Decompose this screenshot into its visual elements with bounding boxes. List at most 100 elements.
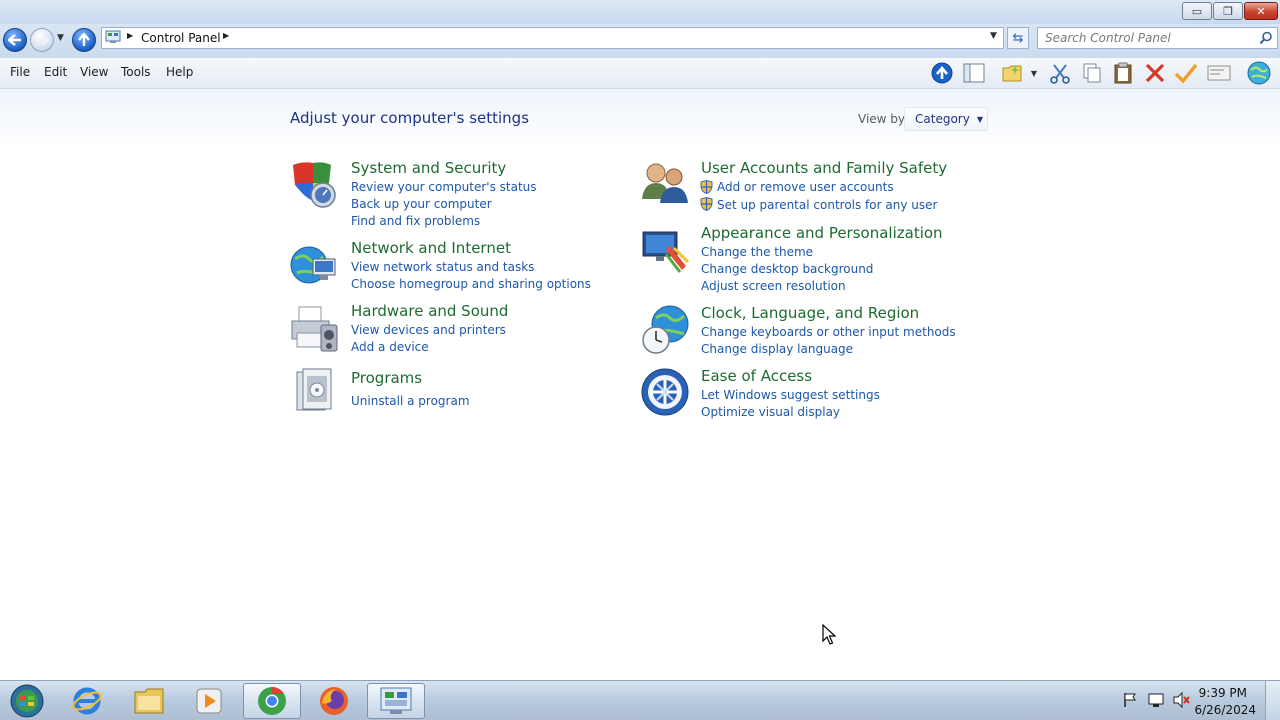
up-button[interactable] <box>72 28 96 52</box>
network-globe-icon[interactable] <box>289 241 339 291</box>
close-button[interactable]: ✕ <box>1244 2 1278 20</box>
link-optimize-visual-display[interactable]: Optimize visual display <box>701 405 840 419</box>
category-appearance[interactable]: Appearance and Personalization <box>701 224 943 242</box>
recent-pages-dropdown[interactable]: ▼ <box>57 33 64 43</box>
link-change-theme[interactable]: Change the theme <box>701 245 813 259</box>
media-player-icon <box>196 688 222 714</box>
control-panel-content: Adjust your computer's settings View by:… <box>0 89 1280 680</box>
forward-arrow-icon <box>36 34 49 46</box>
start-button[interactable] <box>0 683 54 719</box>
view-by-label: View by: <box>858 112 909 126</box>
copy-icon[interactable] <box>1080 62 1104 84</box>
mouse-cursor-icon <box>822 624 836 645</box>
link-windows-suggest-settings[interactable]: Let Windows suggest settings <box>701 388 880 402</box>
link-screen-resolution[interactable]: Adjust screen resolution <box>701 279 846 293</box>
firefox-icon <box>320 687 348 715</box>
new-folder-dropdown[interactable]: ▼ <box>1026 62 1042 84</box>
address-history-dropdown[interactable]: ▼ <box>990 31 997 41</box>
up-arrow-icon[interactable] <box>930 62 954 84</box>
link-back-up-computer[interactable]: Back up your computer <box>351 197 492 211</box>
title-bar: ▭ ❐ ✕ <box>0 0 1280 24</box>
internet-explorer-icon <box>72 687 102 715</box>
minimize-button[interactable]: ▭ <box>1182 2 1212 20</box>
breadcrumb-chevron[interactable]: ▶ <box>127 31 133 40</box>
link-network-status[interactable]: View network status and tasks <box>351 260 534 274</box>
ease-of-access-icon[interactable] <box>640 367 690 417</box>
programs-icon[interactable] <box>289 366 339 416</box>
menu-edit[interactable]: Edit <box>44 65 67 79</box>
maximize-button[interactable]: ❐ <box>1213 2 1243 20</box>
start-orb-icon <box>10 684 44 718</box>
globe-icon[interactable] <box>1247 61 1271 85</box>
breadcrumb-chevron[interactable]: ▶ <box>223 31 229 40</box>
taskbar-firefox[interactable] <box>305 683 363 719</box>
printer-icon[interactable] <box>289 303 339 353</box>
control-panel-small-icon <box>105 30 121 43</box>
clock-time[interactable]: 9:39 PM <box>1199 686 1247 700</box>
taskbar: 9:39 PM 6/26/2024 <box>0 680 1280 720</box>
properties-icon[interactable] <box>1207 62 1231 84</box>
link-homegroup-sharing[interactable]: Choose homegroup and sharing options <box>351 277 591 291</box>
view-by-dropdown[interactable]: Category ▼ <box>904 107 988 131</box>
refresh-button[interactable]: ⇆ <box>1007 27 1029 49</box>
category-network-and-internet[interactable]: Network and Internet <box>351 239 511 257</box>
menu-view[interactable]: View <box>80 65 108 79</box>
uac-shield-icon <box>700 197 713 211</box>
action-center-flag-icon[interactable] <box>1122 692 1138 708</box>
uac-shield-icon <box>700 180 713 194</box>
navigation-bar: ▼ ▶ Control Panel ▶ ▼ ⇆ <box>0 24 1280 58</box>
address-bar[interactable]: ▶ Control Panel ▶ ▼ <box>101 27 1004 49</box>
category-hardware-and-sound[interactable]: Hardware and Sound <box>351 302 508 320</box>
control-panel-icon <box>380 687 412 714</box>
taskbar-file-explorer[interactable] <box>120 683 178 719</box>
search-icon[interactable] <box>1259 31 1273 45</box>
clock-date[interactable]: 6/26/2024 <box>1194 703 1256 717</box>
link-add-device[interactable]: Add a device <box>351 340 429 354</box>
link-parental-controls[interactable]: Set up parental controls for any user <box>717 198 937 212</box>
link-review-status[interactable]: Review your computer's status <box>351 180 537 194</box>
taskbar-control-panel[interactable] <box>367 683 425 719</box>
new-folder-icon[interactable] <box>1000 62 1024 84</box>
chevron-down-icon: ▼ <box>976 114 983 124</box>
view-by-value: Category <box>915 112 970 126</box>
link-display-language[interactable]: Change display language <box>701 342 853 356</box>
cut-icon[interactable] <box>1048 62 1072 84</box>
category-programs[interactable]: Programs <box>351 369 422 387</box>
search-box <box>1037 27 1278 49</box>
checkmark-icon[interactable] <box>1174 62 1198 84</box>
network-icon[interactable] <box>1147 692 1165 708</box>
link-change-keyboards[interactable]: Change keyboards or other input methods <box>701 325 956 339</box>
refresh-icon: ⇆ <box>1012 30 1024 46</box>
shield-icon[interactable] <box>289 159 339 209</box>
menu-help[interactable]: Help <box>166 65 193 79</box>
taskbar-chrome[interactable] <box>243 683 301 719</box>
volume-muted-icon[interactable] <box>1172 692 1190 708</box>
search-input[interactable] <box>1038 28 1260 48</box>
delete-icon[interactable] <box>1143 62 1167 84</box>
menu-tools[interactable]: Tools <box>121 65 151 79</box>
category-system-and-security[interactable]: System and Security <box>351 159 506 177</box>
link-uninstall-program[interactable]: Uninstall a program <box>351 394 470 408</box>
taskbar-media-player[interactable] <box>180 683 238 719</box>
layout-pane-icon[interactable] <box>962 62 986 84</box>
breadcrumb-control-panel[interactable]: Control Panel <box>141 31 221 45</box>
category-user-accounts[interactable]: User Accounts and Family Safety <box>701 159 947 177</box>
forward-button[interactable] <box>30 28 54 52</box>
page-title: Adjust your computer's settings <box>290 109 530 127</box>
paste-icon[interactable] <box>1111 62 1135 84</box>
monitor-paint-icon[interactable] <box>640 226 690 276</box>
category-ease-of-access[interactable]: Ease of Access <box>701 367 812 385</box>
up-arrow-icon <box>78 33 90 46</box>
show-desktop-button[interactable] <box>1265 681 1280 720</box>
link-devices-printers[interactable]: View devices and printers <box>351 323 506 337</box>
clock-globe-icon[interactable] <box>640 304 690 354</box>
taskbar-internet-explorer[interactable] <box>58 683 116 719</box>
link-desktop-background[interactable]: Change desktop background <box>701 262 873 276</box>
back-button[interactable] <box>3 28 27 52</box>
users-icon[interactable] <box>640 159 690 209</box>
category-clock-language-region[interactable]: Clock, Language, and Region <box>701 304 919 322</box>
menu-file[interactable]: File <box>10 65 30 79</box>
file-explorer-icon <box>134 688 164 714</box>
link-find-fix-problems[interactable]: Find and fix problems <box>351 214 480 228</box>
link-add-remove-accounts[interactable]: Add or remove user accounts <box>717 180 894 194</box>
